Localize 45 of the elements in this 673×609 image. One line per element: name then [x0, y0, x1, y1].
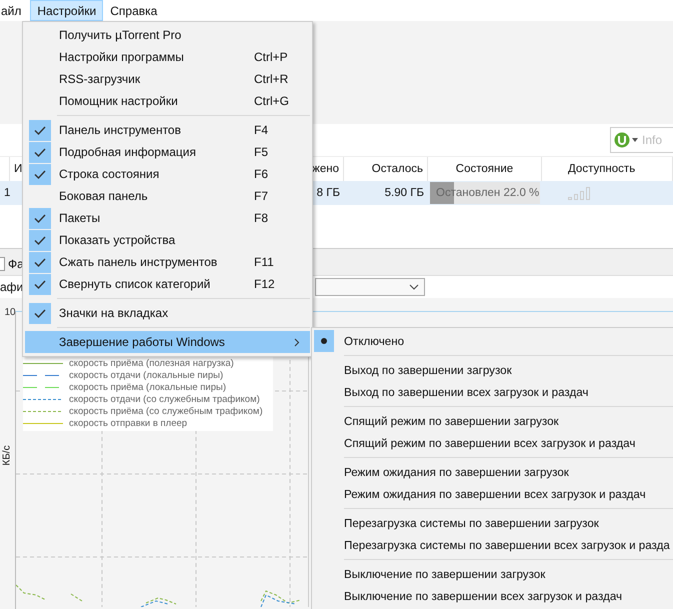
- menu-item[interactable]: Показать устройства: [25, 229, 310, 251]
- menu-item[interactable]: Сжать панель инструментов F11: [25, 251, 310, 273]
- table-cell: 5.90 ГБ: [384, 187, 424, 199]
- tab-icon: [0, 257, 5, 271]
- legend-label: скорость приёма (локальные пиры): [69, 382, 226, 392]
- legend-label: скорость отдачи (локальные пиры): [69, 370, 224, 380]
- logo-dropdown-icon: [614, 132, 640, 148]
- table-cell: 1: [4, 187, 10, 199]
- menu-item[interactable]: Отключено: [312, 330, 673, 352]
- menu-item[interactable]: Свернуть список категорий F12: [25, 273, 310, 295]
- menu-item[interactable]: Значки на вкладках: [25, 302, 310, 324]
- menu-item[interactable]: Пакеты F8: [25, 207, 310, 229]
- legend-label: скорость приёма (со служебным трафиком): [69, 406, 263, 416]
- axis-label: КБ/с: [2, 445, 13, 466]
- search-field[interactable]: Info: [610, 127, 673, 153]
- menu-item[interactable]: Выход по завершении загрузок: [312, 359, 673, 381]
- toolbar-label: афи: [0, 280, 24, 294]
- menu-item[interactable]: Получить µTorrent Pro: [25, 24, 310, 46]
- menu-item[interactable]: Режим ожидания по завершении всех загрузок и раздач: [312, 483, 673, 505]
- menu-bar-item[interactable]: Справка: [103, 0, 164, 21]
- caret-icon: [409, 284, 420, 290]
- menu-item[interactable]: Панель инструментов F4: [25, 119, 310, 141]
- menu-item[interactable]: Помощник настройки Ctrl+G: [25, 90, 310, 112]
- menu-item[interactable]: Завершение работы Windows: [25, 331, 310, 353]
- axis-tick-label: 10: [4, 307, 16, 318]
- menu-item[interactable]: Перезагрузка системы по завершении загрузок: [312, 512, 673, 534]
- availability-bars-icon: [568, 186, 590, 200]
- menu-item[interactable]: Боковая панель F7: [25, 185, 310, 207]
- legend-label: скорость приёма (полезная нагрузка): [69, 358, 234, 368]
- menu-item[interactable]: RSS-загрузчик Ctrl+R: [25, 68, 310, 90]
- menu-item[interactable]: Выход по завершении всех загрузок и раздач: [312, 381, 673, 403]
- menu-item[interactable]: Настройки программы Ctrl+P: [25, 46, 310, 68]
- search-input[interactable]: Info: [640, 133, 672, 147]
- menu-item[interactable]: Спящий режим по завершении загрузок: [312, 410, 673, 432]
- menu-bar-item[interactable]: айл: [0, 0, 28, 21]
- menu-bar-item[interactable]: Настройки: [30, 0, 104, 21]
- graph-select[interactable]: [315, 278, 426, 296]
- legend-label: скорость отдачи (со служебным трафиком): [69, 394, 260, 404]
- table-cell: 8 ГБ: [316, 187, 340, 199]
- menu-item[interactable]: Спящий режим по завершении всех загрузок и раздач: [312, 432, 673, 454]
- menu-item[interactable]: Выключение по завершении загрузок: [312, 563, 673, 585]
- menu-item[interactable]: Перезагрузка системы по завершении всех загрузок и разда: [312, 534, 673, 556]
- menu-item[interactable]: Режим ожидания по завершении загрузок: [312, 461, 673, 483]
- legend-label: скорость отправки в плеер: [69, 418, 188, 428]
- menu-item[interactable]: Выключение по завершении всех загрузок и раздач: [312, 585, 673, 607]
